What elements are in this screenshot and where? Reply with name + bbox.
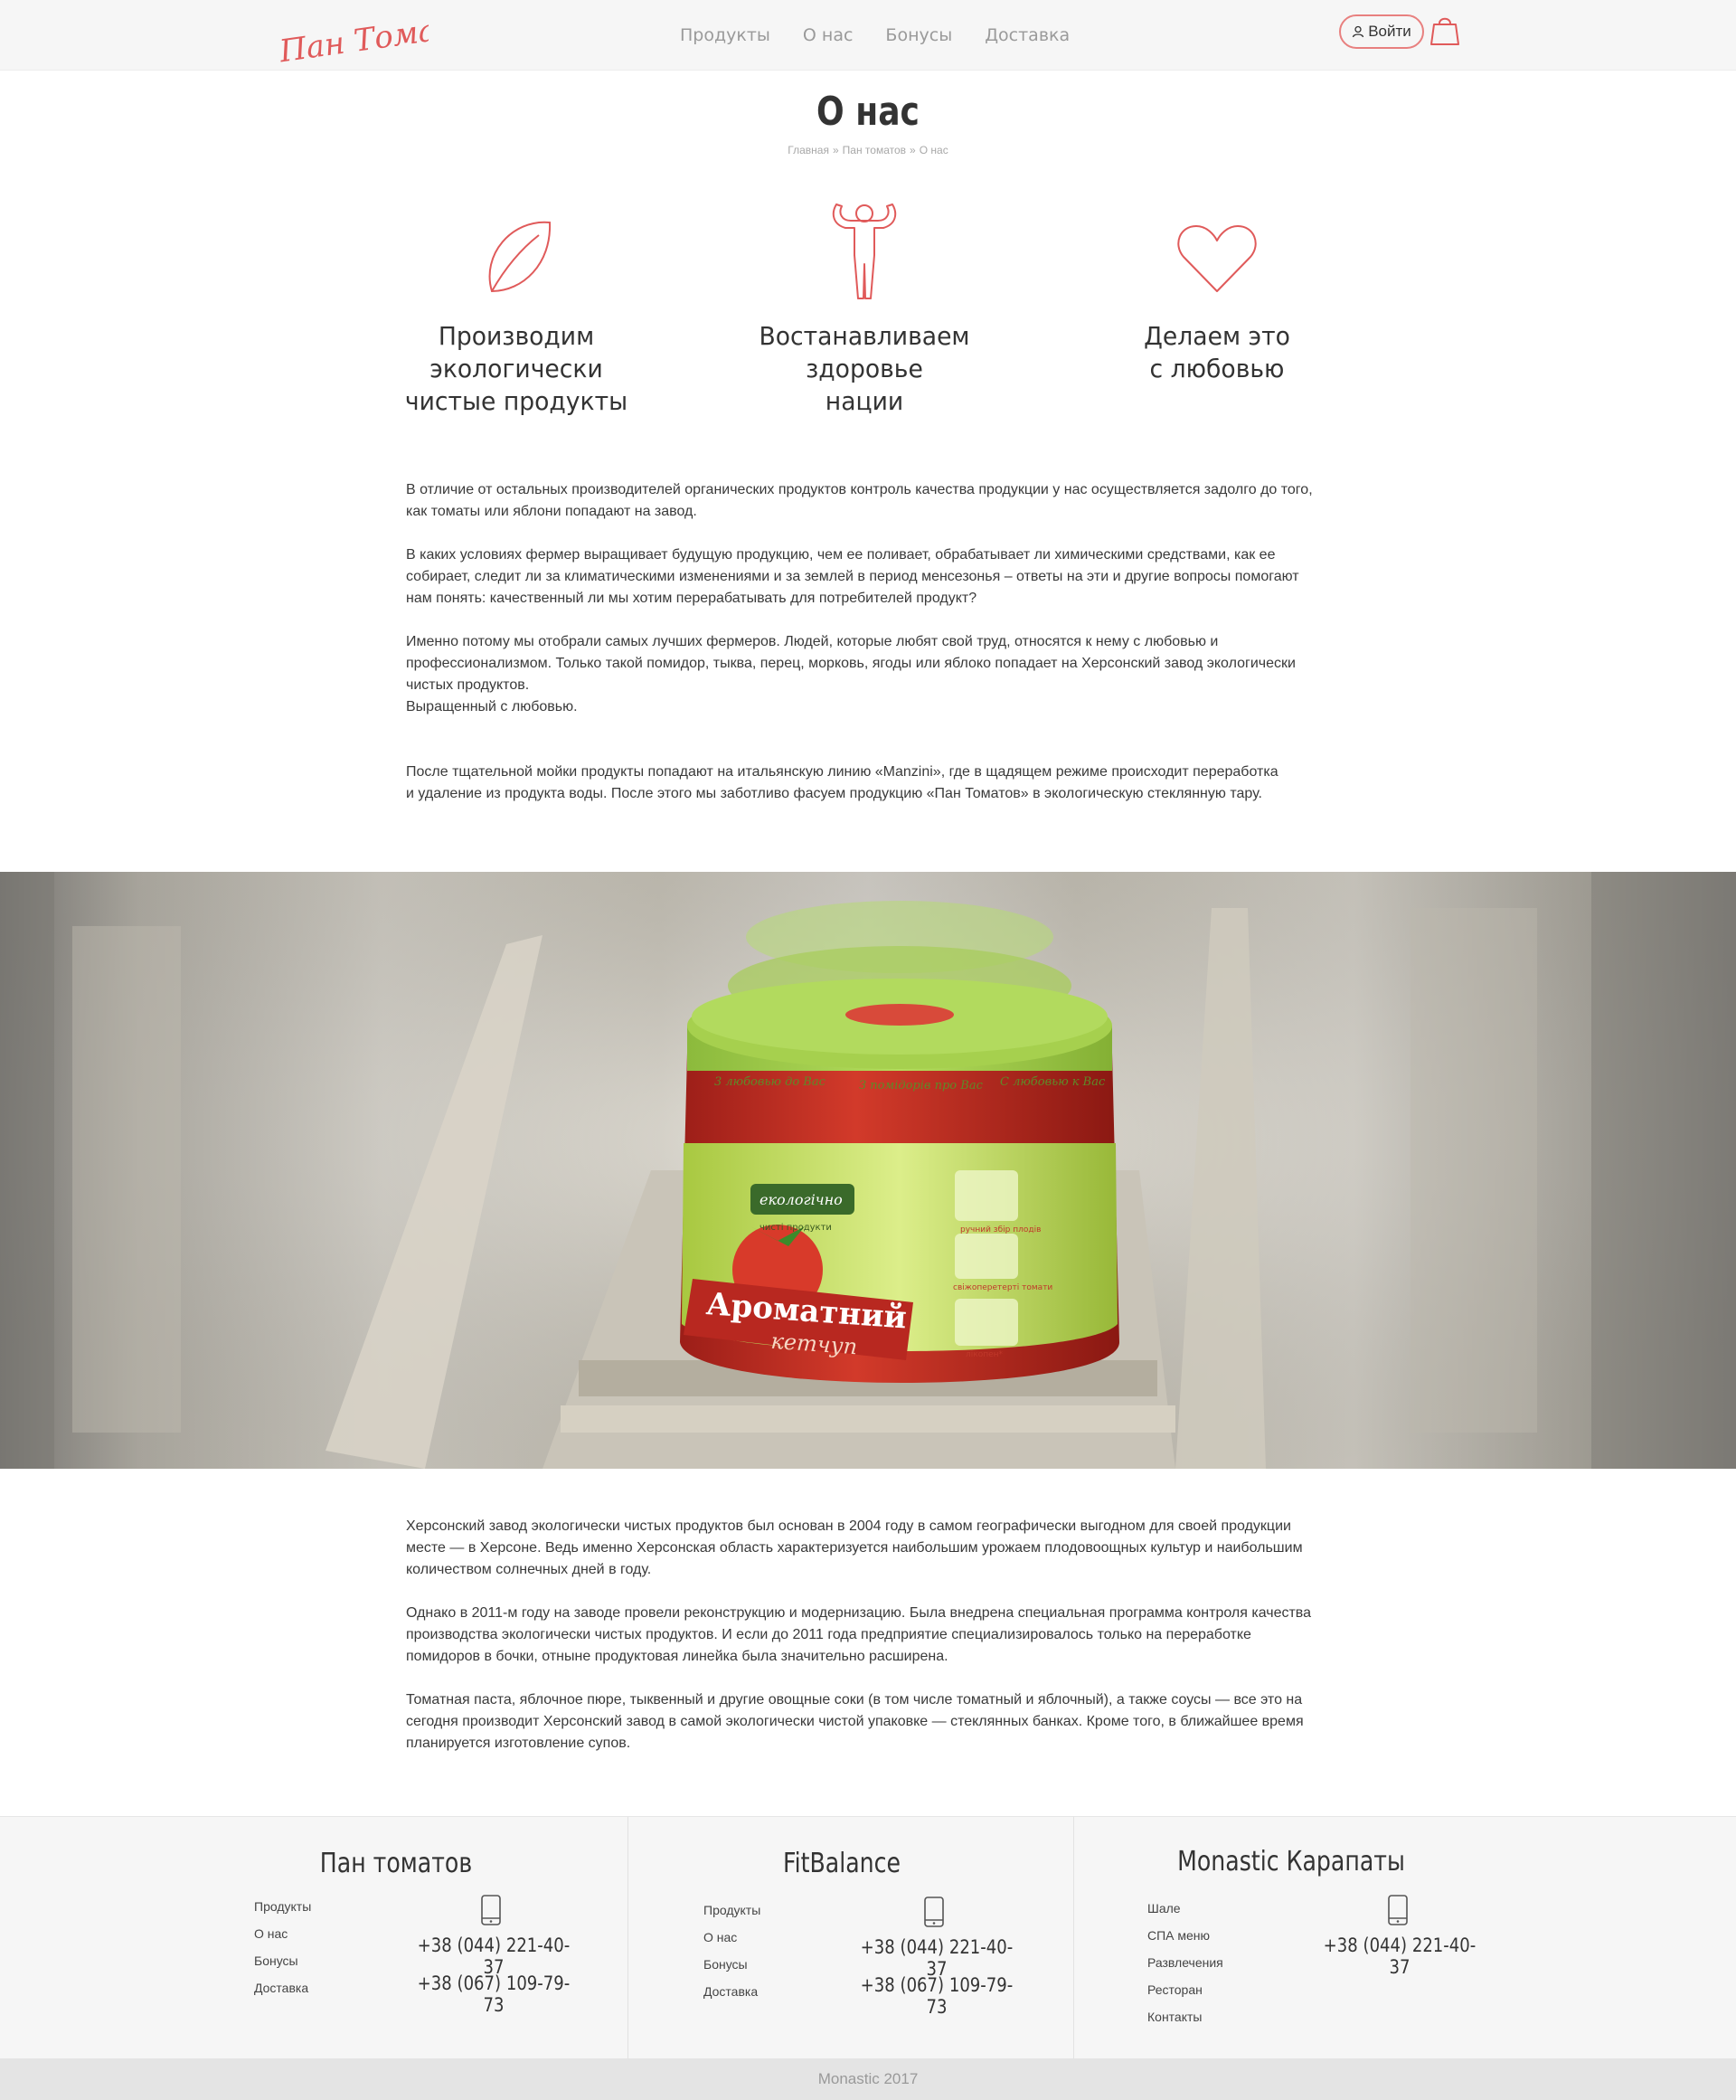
footer-column-title: FitBalance: [782, 1848, 901, 1879]
footer-phone[interactable]: +38 (067) 109-79-73: [408, 1972, 579, 2016]
logo[interactable]: Пан Томатов: [275, 2, 429, 69]
product-photo: Ароматний кетчуп екологічно чисті продук…: [0, 872, 1736, 1469]
user-icon: [1353, 25, 1364, 38]
footer-link-bonuses[interactable]: Бонусы: [703, 1951, 760, 1978]
main-nav: Продукты О нас Бонусы Доставка: [680, 0, 1070, 71]
feature-eco-title: Производим экологически чистые продукты: [404, 321, 628, 416]
footer-phone[interactable]: +38 (044) 221-40-37: [851, 1936, 1022, 1980]
jar-brand-label: екологічно: [760, 1191, 843, 1208]
footer-divider: [1073, 1817, 1074, 2059]
footer-link-bonuses[interactable]: Бонусы: [254, 1947, 311, 1974]
phone-icon: [924, 1897, 944, 1927]
footer-links: Продукты О нас Бонусы Доставка: [254, 1893, 311, 2001]
login-label: Войти: [1368, 23, 1411, 40]
nav-item-about[interactable]: О нас: [803, 25, 854, 45]
footer-link-restaurant[interactable]: Ресторан: [1147, 1976, 1223, 2003]
ketchup-jar-image: Ароматний кетчуп екологічно чисті продук…: [0, 872, 1736, 1469]
logo-text: Пан Томатов: [277, 3, 429, 69]
phone-icon: [481, 1895, 501, 1925]
lid-text: 3 любовью до Вас: [714, 1075, 826, 1089]
footer-phone[interactable]: +38 (067) 109-79-73: [851, 1974, 1022, 2018]
history-paragraph: Однако в 2011-м году на заводе провели р…: [406, 1605, 1312, 1664]
footer-phone[interactable]: +38 (044) 221-40-37: [408, 1934, 579, 1978]
feature-health: Востанавливаем здоровье нации: [729, 201, 1000, 418]
intro-paragraph: В каких условиях фермер выращивает будущ…: [406, 547, 1299, 606]
footer-column-title: Пан томатов: [319, 1848, 473, 1879]
footer-link-products[interactable]: Продукты: [703, 1897, 760, 1924]
phone-icon: [1388, 1895, 1408, 1925]
jar-side-label: лікопен*: [966, 1350, 1004, 1359]
feature-love-title: Делаем это с любовью: [1144, 321, 1290, 383]
footer-link-entertainment[interactable]: Развлечения: [1147, 1949, 1223, 1976]
footer-link-products[interactable]: Продукты: [254, 1893, 311, 1920]
history-paragraph: Томатная паста, яблочное пюре, тыквенный…: [406, 1692, 1304, 1751]
footer-phone[interactable]: +38 (044) 221-40-37: [1314, 1934, 1485, 1978]
nav-item-products[interactable]: Продукты: [680, 25, 770, 45]
feature-health-title: Востанавливаем здоровье нации: [759, 321, 970, 416]
footer-link-about[interactable]: О нас: [254, 1920, 311, 1947]
lid-text: З помідорів про Вас: [859, 1079, 984, 1093]
nav-item-bonuses[interactable]: Бонусы: [885, 25, 952, 45]
lid-text: С любовью к Вас: [1000, 1075, 1106, 1089]
jar-side-label: ручний збір плодів: [960, 1225, 1041, 1234]
feature-eco: Производим экологически чистые продукты: [381, 201, 652, 418]
feature-love: Делаем это с любовью: [1081, 201, 1353, 385]
breadcrumb: Главная» Пан томатов» О нас: [0, 144, 1736, 156]
intro-paragraph: В отличие от остальных производителей ор…: [406, 482, 1313, 519]
heart-icon: [1177, 225, 1257, 292]
jar-side-label: свіжоперетерті томати: [953, 1283, 1052, 1292]
footer-links: Шале СПА меню Развлечения Ресторан Конта…: [1147, 1895, 1223, 2030]
footer-link-chalet[interactable]: Шале: [1147, 1895, 1223, 1922]
copyright: Monastic 2017: [0, 2058, 1736, 2100]
history-paragraph: Херсонский завод экологически чистых про…: [406, 1518, 1303, 1577]
breadcrumb-current: О нас: [919, 144, 948, 156]
breadcrumb-home[interactable]: Главная: [788, 144, 829, 156]
breadcrumb-brand[interactable]: Пан томатов: [843, 144, 906, 156]
site-header: Пан Томатов Продукты О нас Бонусы Достав…: [0, 0, 1736, 71]
nav-item-delivery[interactable]: Доставка: [985, 25, 1070, 45]
breadcrumb-separator: »: [832, 144, 839, 156]
intro-text: В отличие от остальных производителей ор…: [406, 479, 1328, 805]
intro-paragraph: Именно потому мы отобрали самых лучших ф…: [406, 634, 1296, 714]
footer-link-spa[interactable]: СПА меню: [1147, 1922, 1223, 1949]
footer-column-title: Monastic Карапаты: [1177, 1846, 1405, 1878]
footer-link-contacts[interactable]: Контакты: [1147, 2003, 1223, 2030]
footer-divider: [627, 1817, 628, 2059]
cart-icon[interactable]: [1430, 14, 1459, 47]
site-footer: Пан томатов Продукты О нас Бонусы Достав…: [0, 1816, 1736, 2059]
footer-link-delivery[interactable]: Доставка: [703, 1978, 760, 2005]
leaf-icon: [488, 221, 552, 293]
login-button[interactable]: Войти: [1339, 14, 1424, 49]
footer-link-delivery[interactable]: Доставка: [254, 1974, 311, 2001]
intro-paragraph: После тщательной мойки продукты попадают…: [406, 764, 1278, 801]
footer-links: Продукты О нас Бонусы Доставка: [703, 1897, 760, 2005]
strong-man-icon: [832, 203, 897, 299]
jar-brand-sub: чисті продукти: [760, 1222, 832, 1233]
breadcrumb-separator: »: [910, 144, 916, 156]
history-text: Херсонский завод экологически чистых про…: [406, 1516, 1328, 1755]
page-title: О нас: [816, 89, 920, 135]
footer-link-about[interactable]: О нас: [703, 1924, 760, 1951]
